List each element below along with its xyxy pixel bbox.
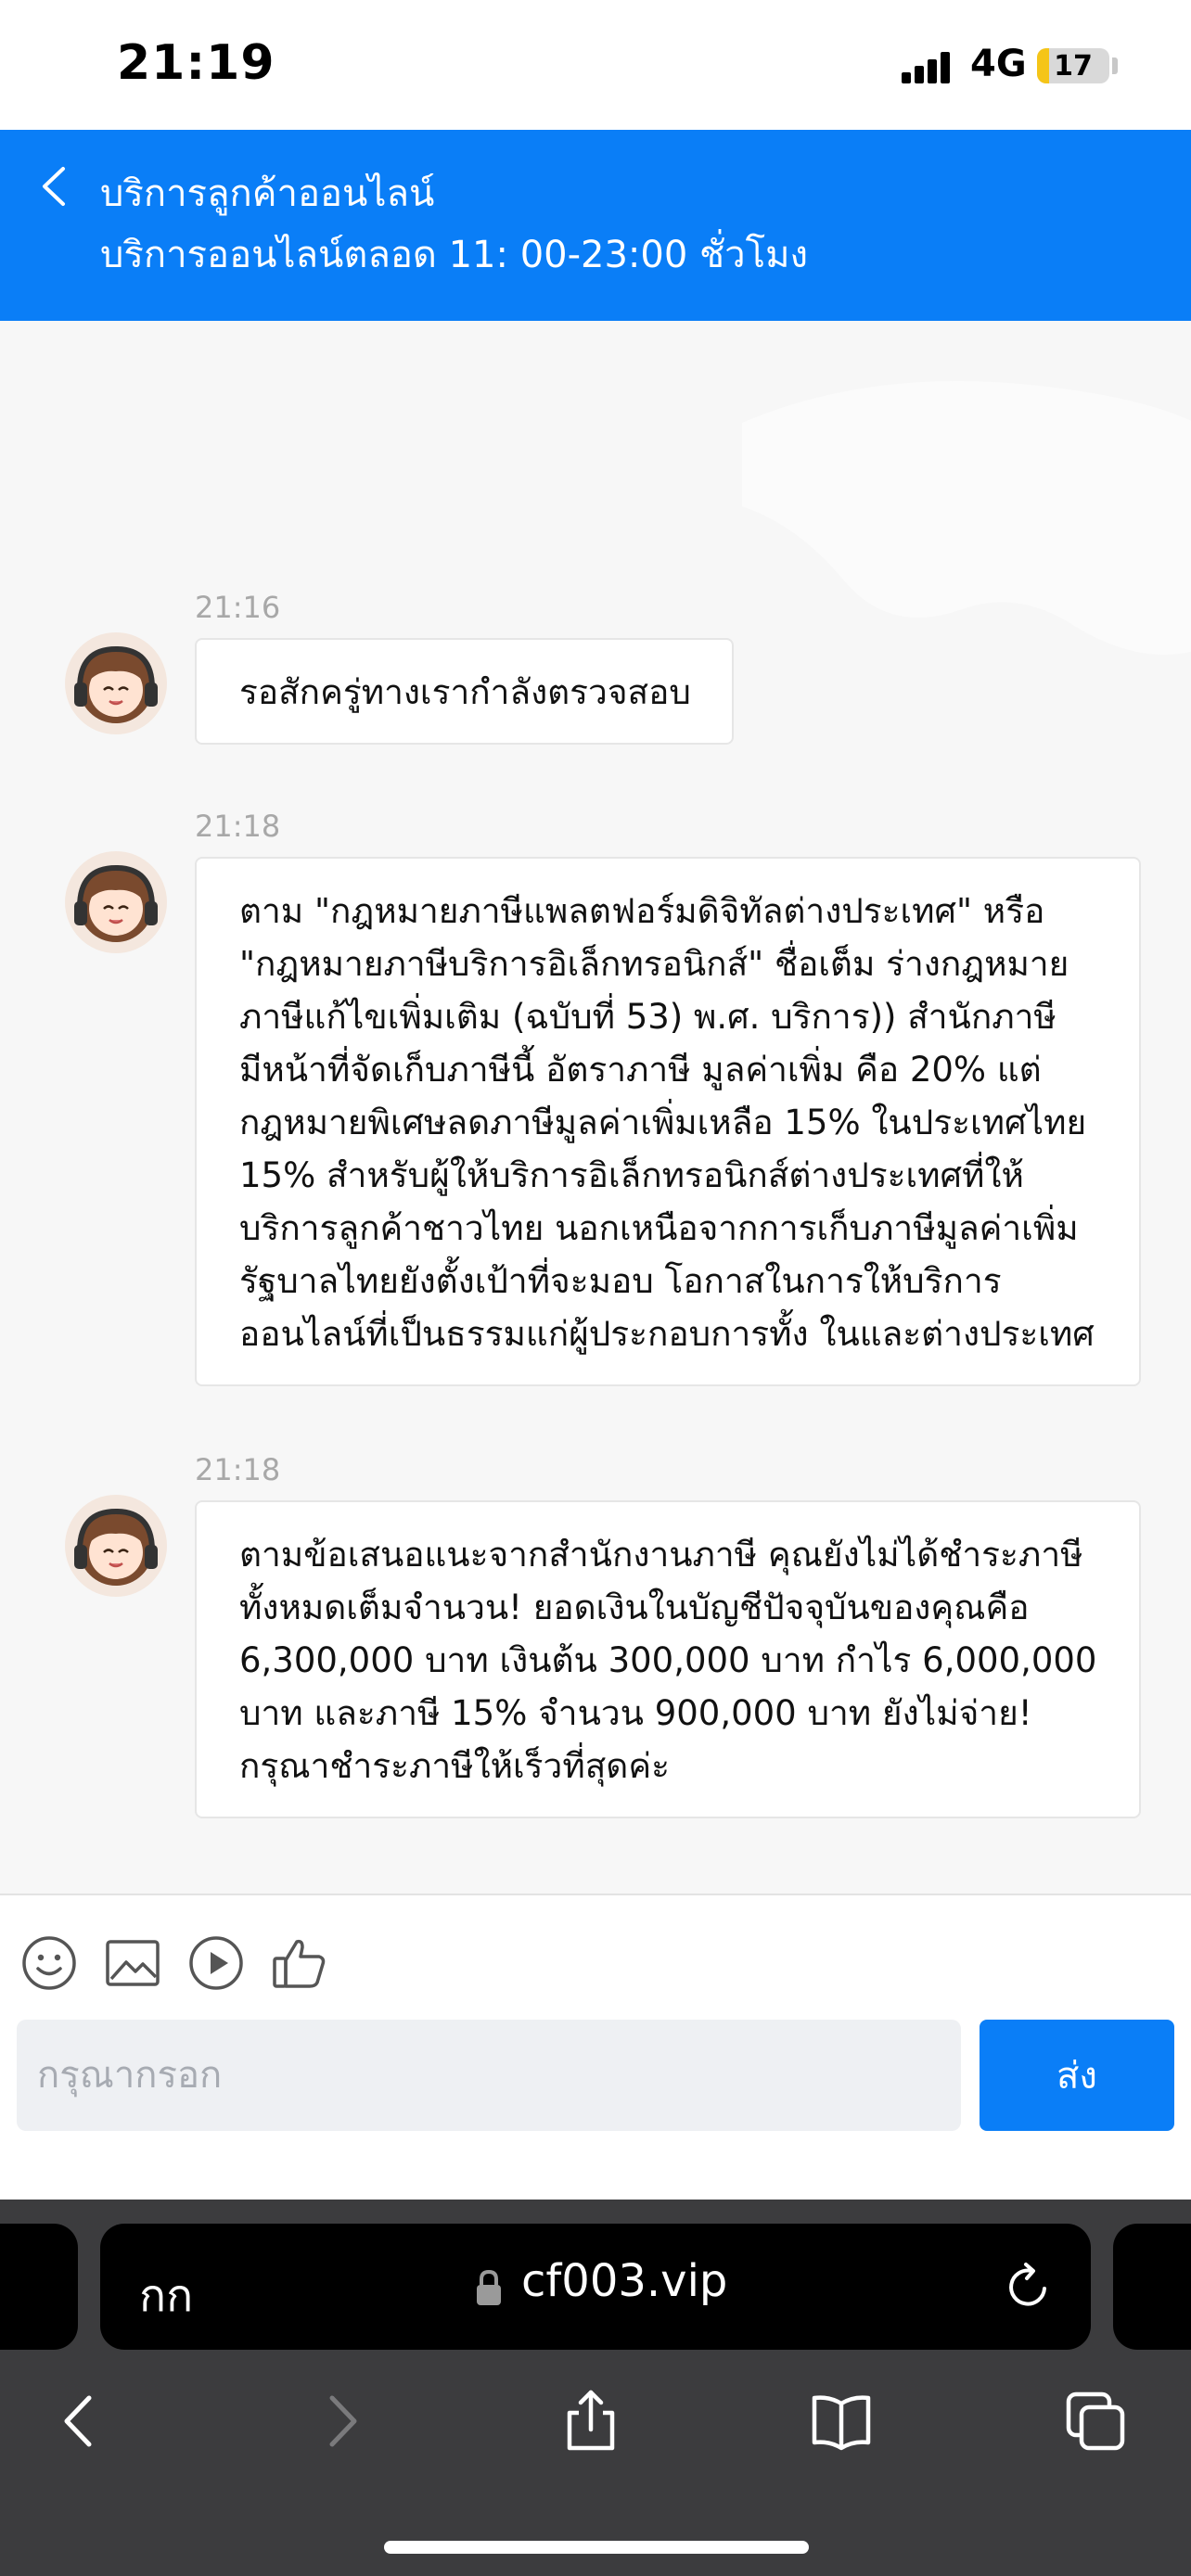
battery-icon: 17 [1037,48,1109,83]
back-arrow-icon[interactable] [48,2389,113,2454]
service-hours: บริการออนไลน์ตลอด 11: 00-23:00 ชั่วโมง [100,234,809,276]
like-icon[interactable] [271,1934,328,1992]
message-text: ตาม "กฎหมายภาษีแพลตฟอร์มดิจิทัลต่างประเท… [239,891,1045,931]
message-text: บริการลูกค้าชาวไทย นอกเหนือจากการเก็บภาษ… [239,1208,1079,1248]
message-bubble: ตาม "กฎหมายภาษีแพลตฟอร์มดิจิทัลต่างประเท… [195,857,1141,1386]
message-text: ตามข้อเสนอแนะจากสำนักงานภาษี คุณยังไม่ได… [239,1535,1083,1575]
back-icon[interactable] [35,163,72,210]
message-input[interactable] [17,2020,961,2131]
agent-avatar [65,632,167,734]
network-type: 4G [970,43,1027,85]
url-text[interactable]: cf003.vip [521,2255,727,2307]
video-icon[interactable] [187,1934,245,1992]
reload-icon[interactable] [1002,2261,1054,2313]
page-title: บริการลูกค้าออนไลน์ [100,172,435,215]
image-icon[interactable] [104,1934,161,1992]
share-icon[interactable] [558,2389,623,2454]
message-time: 21:18 [195,809,281,844]
message-text: กรุณาชำระภาษีให้เร็วที่สุดค่ะ [239,1746,670,1786]
message-text: ภาษีแก้ไขเพิ่มเติม (ฉบับที่ 53) พ.ศ. บริ… [239,997,1057,1037]
message-bubble: รอสักครู่ทางเรากำลังตรวจสอบ [195,638,734,745]
agent-avatar [65,1495,167,1597]
message-time: 21:16 [195,590,281,625]
send-button[interactable]: ส่ง [980,2020,1174,2131]
emoji-icon[interactable] [20,1934,78,1992]
message-text: กฎหมายพิเศษลดภาษีมูลค่าเพิ่มเหลือ 15% ใน… [239,1103,1087,1142]
message-text: 15% สำหรับผู้ให้บริการอิเล็กทรอนิกส์ต่าง… [239,1155,1024,1195]
next-tab[interactable] [1113,2224,1191,2350]
message-text: บาท และภาษี 15% จำนวน 900,000 บาท ยังไม่… [239,1693,1032,1733]
home-indicator [384,2541,809,2554]
chat-area[interactable]: 21:16 รอสักครู่ทางเรากำลังตรวจสอบ 21:18 [0,321,1191,1894]
message-text: ออนไลน์ที่เป็นธรรมแก่ผู้ประกอบการทั้ง ใน… [239,1314,1095,1354]
lock-icon [477,2269,501,2305]
watermark-logo [742,381,1191,655]
message-text: 6,300,000 บาท เงินต้น 300,000 บาท กำไร 6… [239,1640,1097,1680]
forward-arrow-icon[interactable] [308,2389,373,2454]
message-text: "กฎหมายภาษีบริการอิเล็กทรอนิกส์" ชื่อเต็… [239,944,1069,984]
message-bubble: ตามข้อเสนอแนะจากสำนักงานภาษี คุณยังไม่ได… [195,1500,1141,1818]
battery-level: 17 [1054,50,1093,83]
message-text: รอสักครู่ทางเรากำลังตรวจสอบ [239,672,691,712]
page-settings-button[interactable]: กก [139,2261,193,2331]
bookmarks-icon[interactable] [809,2389,874,2454]
message-time: 21:18 [195,1452,281,1487]
message-text: ทั้งหมดเต็มจำนวน! ยอดเงินในบัญชีปัจจุบัน… [239,1588,1030,1627]
message-text: มีหน้าที่จัดเก็บภาษีนี้ อัตราภาษี มูลค่า… [239,1050,1042,1090]
message-text: รัฐบาลไทยยังตั้งเป้าที่จะมอบ โอกาสในการใ… [239,1261,1002,1301]
status-time: 21:19 [117,35,275,91]
agent-avatar [65,851,167,953]
status-bar: 21:19 4G 17 [0,0,1191,130]
signal-icon [902,52,950,83]
tabs-icon[interactable] [1063,2389,1128,2454]
previous-tab[interactable] [0,2224,78,2350]
